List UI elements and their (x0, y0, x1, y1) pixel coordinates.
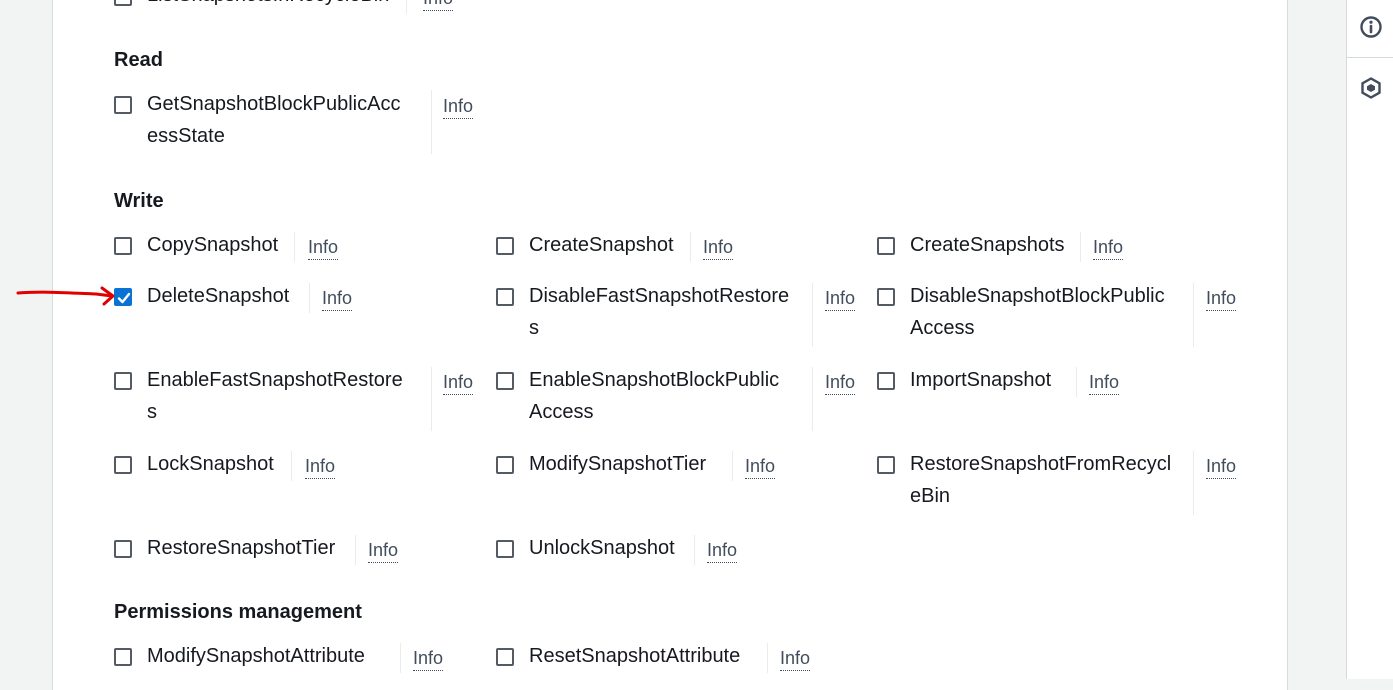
utility-rail (1346, 0, 1393, 679)
action-label: EnableFastSnapshotRestore s (147, 369, 403, 423)
divider (355, 535, 356, 565)
action-label: ResetSnapshotAttribute (529, 645, 741, 667)
info-link[interactable]: Info (1206, 288, 1237, 311)
action-label: GetSnapshotBlockPublicAcc essState (147, 93, 401, 147)
info-link[interactable]: Info (413, 648, 444, 671)
divider (1193, 283, 1194, 347)
info-link[interactable]: Info (780, 648, 811, 671)
checkbox[interactable] (496, 456, 514, 474)
action-label: CreateSnapshot (529, 234, 674, 256)
info-link[interactable]: Info (825, 288, 856, 311)
divider (812, 367, 813, 431)
divider (690, 232, 691, 262)
info-icon (1359, 16, 1382, 38)
info-link[interactable]: Info (305, 456, 336, 479)
action-label: DisableSnapshotBlockPublic Access (910, 285, 1165, 339)
action-label: ModifySnapshotAttribute (147, 645, 365, 667)
action-label: CopySnapshot (147, 234, 279, 256)
divider (406, 0, 407, 14)
checkbox[interactable] (496, 372, 514, 390)
action-label: UnlockSnapshot (529, 537, 675, 559)
info-link[interactable]: Info (1089, 372, 1120, 395)
divider (431, 90, 432, 154)
divider (732, 451, 733, 481)
action-label: ModifySnapshotTier (529, 453, 707, 475)
checkbox[interactable] (114, 648, 132, 666)
action-label: RestoreSnapshotFromRecycl eBin (910, 453, 1172, 507)
info-link[interactable]: Info (308, 237, 339, 260)
hexagon-icon (1360, 77, 1381, 99)
checkbox[interactable] (114, 540, 132, 558)
divider (812, 283, 813, 347)
group-title-read: Read (114, 49, 163, 71)
checkbox[interactable] (877, 237, 895, 255)
checkbox[interactable] (114, 456, 132, 474)
annotation-arrow-icon (16, 286, 115, 306)
feature-panel-button[interactable] (1347, 64, 1393, 112)
divider (1076, 367, 1077, 397)
checkbox[interactable] (496, 540, 514, 558)
action-label: EnableSnapshotBlockPublic Access (529, 369, 780, 423)
info-link[interactable]: Info (1093, 237, 1124, 260)
group-title-permissions-management: Permissions management (114, 601, 362, 623)
info-link[interactable]: Info (423, 0, 454, 11)
checkbox[interactable] (114, 372, 132, 390)
checkbox[interactable] (877, 372, 895, 390)
divider (1193, 451, 1194, 515)
info-link[interactable]: Info (745, 456, 776, 479)
info-link[interactable]: Info (443, 372, 474, 395)
divider (309, 283, 310, 313)
action-label: ImportSnapshot (910, 369, 1052, 391)
checkbox[interactable] (877, 456, 895, 474)
checkbox[interactable] (114, 237, 132, 255)
info-link[interactable]: Info (322, 288, 353, 311)
divider (1347, 57, 1393, 58)
checkbox[interactable] (877, 288, 895, 306)
checkbox[interactable] (496, 648, 514, 666)
group-title-write: Write (114, 190, 164, 212)
checkbox[interactable] (496, 237, 514, 255)
checkbox[interactable] (114, 96, 132, 114)
info-link[interactable]: Info (825, 372, 856, 395)
action-label: ListSnapshotsInRecycleBin (147, 0, 389, 11)
checkbox[interactable] (496, 288, 514, 306)
checkbox[interactable] (114, 0, 132, 6)
divider (767, 643, 768, 673)
action-label: DeleteSnapshot (147, 285, 290, 307)
info-link[interactable]: Info (368, 540, 399, 563)
action-label: DisableFastSnapshotRestore s (529, 285, 790, 339)
divider (291, 451, 292, 481)
divider (400, 643, 401, 673)
action-label: RestoreSnapshotTier (147, 537, 336, 559)
info-link[interactable]: Info (1206, 456, 1237, 479)
divider (1080, 232, 1081, 262)
info-panel-button[interactable] (1347, 3, 1393, 51)
divider (294, 232, 295, 262)
divider (694, 535, 695, 565)
info-link[interactable]: Info (703, 237, 734, 260)
action-label: CreateSnapshots (910, 234, 1065, 256)
action-label: LockSnapshot (147, 453, 274, 475)
info-link[interactable]: Info (707, 540, 738, 563)
divider (431, 367, 432, 431)
info-link[interactable]: Info (443, 96, 474, 119)
